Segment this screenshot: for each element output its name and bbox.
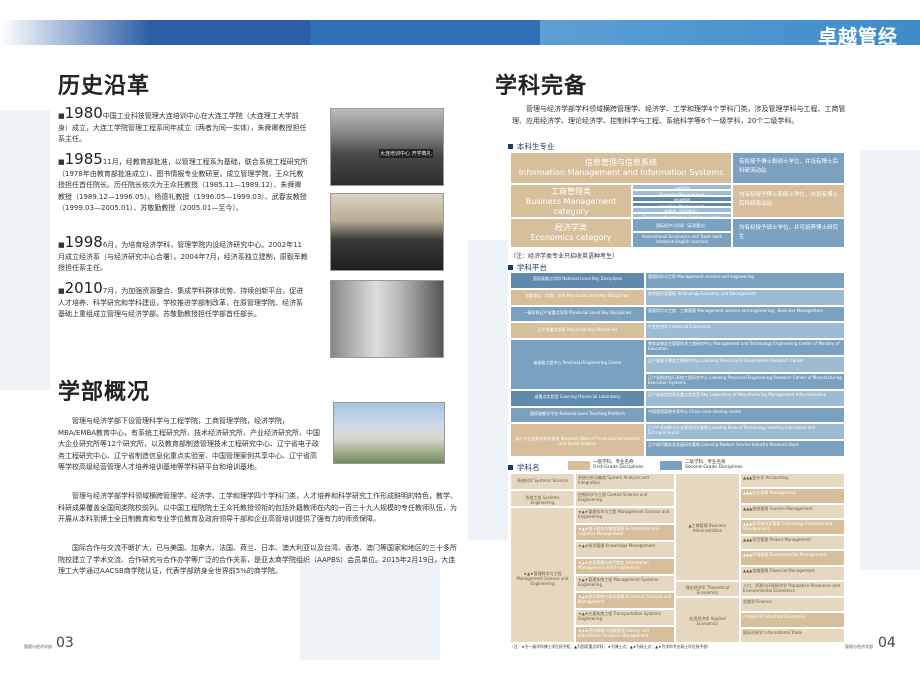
platform-category: 国家重点（培育）学科 Provincial Level Key Discipli… [510, 288, 645, 306]
history-year: 1985 [64, 150, 103, 168]
discipline-first-grade: ★▲★管理科学与工程 Management Science and Engine… [510, 507, 575, 643]
platform-item: 辽宁现代服务业发展研究基地 Liaoning Modern Service In… [645, 440, 845, 457]
page-tag: 管理与经济学部 [845, 644, 873, 649]
disciplines-title: 学科完备 [495, 74, 588, 99]
history-year: 1980 [64, 104, 103, 122]
history-photo-1980: 大连培训中心 开学典礼 [330, 108, 444, 186]
discipline-second-grade: ▲▲▲项目管理 Project Management [740, 534, 845, 551]
history-title: 历史沿革 [58, 74, 151, 99]
bg-block [860, 150, 920, 570]
undergrad-note: 均有权授予硕士学位，并可培养博士研究生 [732, 218, 845, 248]
discipline-first-grade: 系统科学 Systems Science [510, 473, 575, 490]
discipline-second-grade: ▲▲▲企业管理 Management [740, 488, 845, 504]
discipline-second-grade: ▲▲▲会计学 Accounting [740, 473, 845, 489]
discipline-second-grade: ▲▲▲技术经济及管理 Technology Economy and Manage… [740, 519, 845, 535]
bg-block [468, 240, 508, 540]
disciplines-footnote: （注：★为一级学科博士学位授予权；▲为国家重点学科；★为博士点；▲★为硕士点；▲… [510, 644, 711, 649]
undergrad-major: 国际经济与贸易（英语强化） [632, 218, 732, 232]
platform-item: 产业经济学 Industrial Economics [645, 322, 845, 340]
undergrad-cat: 工商管理类 Business Management category [510, 184, 632, 218]
faculty-title: 学部概况 [58, 380, 151, 405]
history-year: 2010 [64, 279, 103, 297]
discipline-second-grade: 控制科学与工程 Control Science and Engineering [575, 490, 675, 507]
platform-item: 辽宁产业创新与企业管理研究基地 Liaoning Base of Technol… [645, 423, 845, 441]
history-entry: ■20107月，为加强资源整合、集成学科群体优势、持续创新平台，促进人才培养、科… [58, 279, 304, 319]
discipline-second-grade: ★▲★交通系统工程 Transportation Systems Enginee… [575, 609, 675, 626]
history-entry: ■19986月，为培育经济学科，管理学院内设经济研究中心。2002年11月成立经… [58, 233, 308, 273]
intro-text: 管理与经济学部学科领域横跨管理学、经济学、工学和理学4个学科门类，涉及管理学科与… [512, 105, 846, 125]
page-number: 03 [56, 635, 74, 651]
undergrad-heading: 本科生专业 [508, 141, 555, 152]
platform-category: 一级学科辽宁省重点学科 Provincial Level Key Discipl… [510, 305, 645, 323]
discipline-second-grade: 人口、资源与环境经济学 Population Resources and Env… [740, 581, 845, 597]
platform-item: 教育部制造业管理技术工程研究中心 Management and Technolo… [645, 339, 845, 357]
history-photo-1985 [330, 193, 444, 271]
history-entry: ■1980中国工业科技管理大连培训中心在大连工学院（大连理工大学前身）成立，大连… [58, 104, 307, 144]
platform-item: 技术经济及管理 Technology Economy and Managemen… [645, 288, 845, 306]
faculty-para: 管理与经济学部学科领域横跨管理学、经济学、工学和理学四个学科门类，人才培养和科学… [58, 492, 457, 523]
platform-category: 省部级工程中心 Provincial Engineering Center [510, 339, 645, 390]
legend-first-grade: 一级学科、专业名称 First-Grade Disciplines [568, 460, 644, 470]
discipline-second-grade: ★▲★知识管理 Knowledge Management [575, 541, 675, 558]
disciplines-grid: 系统科学 Systems Science 系统分析与集成 System Analy… [510, 473, 845, 643]
discipline-first-grade: 理论经济学 Theoretical Economics [675, 581, 740, 597]
discipline-second-grade: 系统分析与集成 System Analysis and Integration [575, 473, 675, 490]
undergrad-cat: 信息管理与信息系统 Information Management and Info… [510, 152, 732, 184]
undergrad-cat: 经济学类 Economics category [510, 218, 632, 248]
discipline-second-grade: ★▲★电子商务与物流管理 E-commerce and Logistics Ma… [575, 524, 675, 541]
photo-caption: 大连培训中心 开学典礼 [379, 149, 433, 158]
history-photo-2010 [330, 280, 444, 358]
platform-category: 国家级重点学科 National Level Key Disciplines [510, 272, 645, 289]
platform-item: 辽宁省电子政务工程研究中心 Liaoning Provincial E-Gove… [645, 356, 845, 373]
undergrad-note: 均有权授予博士和硕士学位，并设有博士后科研流动站 [732, 184, 845, 218]
discipline-second-grade: ▲▲▲环境管理 Environmental Management [740, 550, 845, 566]
platform-grid: 国家级重点学科 National Level Key Disciplines 管理… [510, 272, 845, 457]
page-tag: 管理与经济学部 [24, 644, 52, 649]
bg-block [0, 110, 50, 390]
undergrad-note: 有权授予博士和硕士学位，并设有博士后科研流动站 [732, 152, 845, 184]
platform-category: 辽宁省重点学科 Provincial Key Disciplines [510, 322, 645, 340]
discipline-first-grade: 系统工程 Systems Engineering [510, 490, 575, 507]
discipline-first-grade: ▲工商管理 Business Administration [675, 473, 740, 582]
top-banner [0, 20, 920, 45]
page-number: 04 [878, 635, 896, 651]
discipline-second-grade: ★▲★管理系统工程 Management Systems Engineering [575, 575, 675, 592]
discipline-first-grade: 应用经济学 Applied Economics [675, 596, 740, 643]
platform-category: 国家级教学平台 National Level Teaching Platform [510, 406, 645, 424]
discipline-second-grade: ▲▲▲旅游管理 Tourism Management [740, 503, 845, 520]
discipline-second-grade: 产业经济学 Industrial Economics [740, 612, 845, 628]
brand-title: 卓越管经 [817, 26, 898, 48]
platform-item: 中国管理案例共享中心 China case-sharing center [645, 406, 845, 424]
discipline-second-grade: ★▲★管理科学与工程 Management Science and Engine… [575, 507, 675, 524]
platform-category: 省人文社会科学研究基地 Research Base of Provincial … [510, 423, 645, 457]
legend-second-grade: 二级学科、专业名称 Second-Grade Disciplines [660, 460, 743, 470]
undergrad-footnote: （注：经济学类专业只招收英语种考生） [510, 253, 619, 260]
discipline-second-grade: 金融学 Finance [740, 596, 845, 613]
discipline-second-grade: ★▲★信息管理与电子商务 Information Management and … [575, 558, 675, 575]
platform-item: 管理科学与工程、工商管理 Management science and engi… [645, 305, 845, 323]
discipline-second-grade: ★★★图书情报与档案管理 Library and Information Res… [575, 626, 675, 643]
platform-item: 管理科学与工程 Management science and engineeri… [645, 272, 845, 289]
faculty-para: 管理与经济学部下设管理科学与工程学院，工商管理学院，经济学院，MBA/EMBA教… [58, 417, 321, 471]
campus-photo [333, 402, 445, 464]
platform-category: 省重点实验室 Liaoning Provincial Laboratory [510, 389, 645, 407]
discipline-second-grade: ★▲★经济系统分析与管理 Economic Analysis and Manag… [575, 592, 675, 609]
discipline-second-grade: ▲▲▲金融管理 Financial Management [740, 565, 845, 582]
undergrad-major: International Economics and Trade (with … [632, 232, 732, 248]
history-entry: ■198511月，经教育部批准，以管理工程系为基础，联合系统工程研究所（1978… [58, 150, 308, 213]
disciplines-heading: 学科名 [508, 462, 540, 473]
faculty-para: 国际合作与交流不断扩大，已与美国、加拿大、法国、荷兰、日本、澳大利亚以及台湾、香… [58, 544, 457, 575]
legend-swatch [660, 460, 682, 470]
platform-item: 辽宁省制造执行系统工程研究中心 Liaoning Provincial Engi… [645, 372, 845, 390]
platform-item: 辽宁省制造信息化重点实验室 Key Laboratory of Manufact… [645, 389, 845, 407]
legend-swatch [568, 460, 590, 470]
history-year: 1998 [64, 233, 103, 251]
discipline-second-grade: 国际贸易学 International Trade [740, 627, 845, 643]
